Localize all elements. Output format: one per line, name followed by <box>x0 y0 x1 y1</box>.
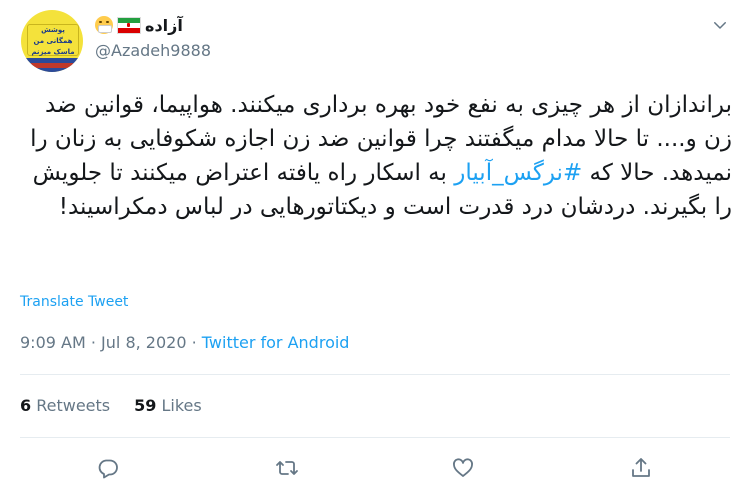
share-icon[interactable] <box>629 456 653 480</box>
divider <box>20 437 730 438</box>
heart-icon[interactable] <box>451 456 475 480</box>
tweet-actions <box>0 456 748 480</box>
retweets-stat[interactable]: 6 Retweets <box>20 396 110 415</box>
tweet-meta: 9:09 AM · Jul 8, 2020 · Twitter for Andr… <box>20 333 349 352</box>
mask-face-emoji-icon <box>95 16 113 34</box>
tweet-time[interactable]: 9:09 AM <box>20 333 86 352</box>
display-name[interactable]: آزاده <box>145 16 183 35</box>
divider <box>20 374 730 375</box>
avatar-stripe-accent <box>31 63 73 68</box>
tweet-text: براندازان از هر چیزی به نفع خود بهره برد… <box>20 88 732 224</box>
iran-flag-icon <box>117 16 141 34</box>
avatar[interactable]: پوشش همگانی من ماسک میزنم <box>21 10 83 72</box>
meta-separator-2: · <box>191 333 197 352</box>
hashtag-link[interactable]: #نرگس_آبیار <box>454 160 582 186</box>
meta-separator: · <box>90 333 96 352</box>
tweet-date[interactable]: Jul 8, 2020 <box>101 333 186 352</box>
user-handle[interactable]: @Azadeh9888 <box>95 41 211 60</box>
tweet-source-link[interactable]: Twitter for Android <box>202 333 350 352</box>
reply-icon[interactable] <box>96 456 120 480</box>
user-name-line[interactable]: آزاده <box>95 14 183 36</box>
retweets-count: 6 <box>20 396 32 415</box>
likes-stat[interactable]: 59 Likes <box>134 396 202 415</box>
likes-count: 59 <box>134 396 157 415</box>
translate-tweet-link[interactable]: Translate Tweet <box>20 294 128 310</box>
avatar-sign: پوشش همگانی من ماسک میزنم <box>27 24 79 56</box>
retweet-icon[interactable] <box>275 456 299 480</box>
tweet-card: پوشش همگانی من ماسک میزنم آزاده @Azadeh9… <box>0 0 748 497</box>
tweet-stats: 6 Retweets 59 Likes <box>20 396 202 415</box>
likes-label: Likes <box>161 396 202 415</box>
chevron-down-icon[interactable] <box>711 16 729 34</box>
retweets-label: Retweets <box>36 396 111 415</box>
